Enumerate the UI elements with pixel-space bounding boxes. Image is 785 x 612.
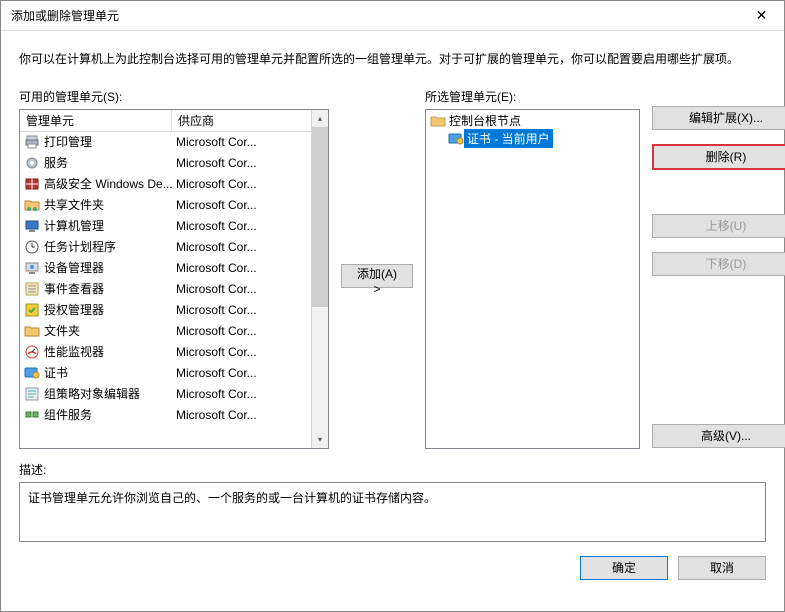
certificate-icon	[24, 365, 40, 381]
description-box: 证书管理单元允许你浏览自己的、一个服务的或一台计算机的证书存储内容。	[19, 482, 766, 542]
computer-mgmt-icon	[24, 218, 40, 234]
available-row[interactable]: 打印管理 Microsoft Cor...	[20, 132, 311, 153]
available-row-vendor: Microsoft Cor...	[172, 342, 311, 363]
gear-icon	[24, 155, 40, 171]
tree-child-node[interactable]: 证书 - 当前用户	[426, 130, 639, 148]
selected-tree[interactable]: 控制台根节点 证书 - 当前用户	[425, 109, 640, 449]
titlebar: 添加或删除管理单元 ✕	[1, 1, 784, 31]
available-row-name: 组策略对象编辑器	[44, 384, 140, 405]
shared-folder-icon	[24, 197, 40, 213]
available-header: 管理单元 供应商	[20, 110, 311, 132]
available-row[interactable]: 设备管理器 Microsoft Cor...	[20, 258, 311, 279]
available-row[interactable]: 共享文件夹 Microsoft Cor...	[20, 195, 311, 216]
available-row-name: 组件服务	[44, 405, 92, 426]
available-row[interactable]: 文件夹 Microsoft Cor...	[20, 321, 311, 342]
gpo-editor-icon	[24, 386, 40, 402]
window-title: 添加或删除管理单元	[11, 7, 739, 24]
available-row-name: 文件夹	[44, 321, 80, 342]
available-row-name: 证书	[44, 363, 68, 384]
available-row-vendor: Microsoft Cor...	[172, 300, 311, 321]
tree-root-label: 控制台根节点	[446, 111, 524, 130]
available-row[interactable]: 计算机管理 Microsoft Cor...	[20, 216, 311, 237]
scroll-up-button[interactable]: ▴	[312, 110, 328, 127]
available-row-vendor: Microsoft Cor...	[172, 216, 311, 237]
available-row-vendor: Microsoft Cor...	[172, 384, 311, 405]
perf-monitor-icon	[24, 344, 40, 360]
scroll-down-button[interactable]: ▾	[312, 431, 328, 448]
available-row[interactable]: 组件服务 Microsoft Cor...	[20, 405, 311, 426]
available-row-vendor: Microsoft Cor...	[172, 363, 311, 384]
available-row[interactable]: 证书 Microsoft Cor...	[20, 363, 311, 384]
ok-button[interactable]: 确定	[580, 556, 668, 580]
available-row[interactable]: 授权管理器 Microsoft Cor...	[20, 300, 311, 321]
edit-extensions-button[interactable]: 编辑扩展(X)...	[652, 106, 785, 130]
scheduler-icon	[24, 239, 40, 255]
delete-button[interactable]: 删除(R)	[652, 144, 785, 170]
available-row-vendor: Microsoft Cor...	[172, 405, 311, 426]
available-row[interactable]: 任务计划程序 Microsoft Cor...	[20, 237, 311, 258]
available-row-name: 计算机管理	[44, 216, 104, 237]
available-row-vendor: Microsoft Cor...	[172, 258, 311, 279]
available-row-name: 高级安全 Windows De...	[44, 174, 172, 195]
available-row[interactable]: 服务 Microsoft Cor...	[20, 153, 311, 174]
available-row-vendor: Microsoft Cor...	[172, 153, 311, 174]
available-scrollbar[interactable]: ▴ ▾	[311, 110, 328, 448]
printer-icon	[24, 134, 40, 150]
available-row-name: 服务	[44, 153, 68, 174]
move-down-button[interactable]: 下移(D)	[652, 252, 785, 276]
close-button[interactable]: ✕	[739, 1, 784, 31]
available-row-name: 共享文件夹	[44, 195, 104, 216]
tree-root-node[interactable]: 控制台根节点	[426, 112, 639, 130]
available-row-name: 性能监视器	[44, 342, 104, 363]
event-viewer-icon	[24, 281, 40, 297]
available-row-name: 授权管理器	[44, 300, 104, 321]
available-listbox[interactable]: 管理单元 供应商 打印管理 Microsoft Cor... 服务 Microsoft…	[19, 109, 329, 449]
column-header-vendor[interactable]: 供应商	[172, 110, 311, 131]
advanced-button[interactable]: 高级(V)...	[652, 424, 785, 448]
description-text: 证书管理单元允许你浏览自己的、一个服务的或一台计算机的证书存储内容。	[28, 491, 436, 505]
component-svc-icon	[24, 407, 40, 423]
intro-text: 你可以在计算机上为此控制台选择可用的管理单元并配置所选的一组管理单元。对于可扩展…	[19, 51, 766, 68]
folder-icon	[430, 113, 446, 129]
folder-icon	[24, 323, 40, 339]
tree-child-label: 证书 - 当前用户	[464, 129, 553, 148]
auth-mgr-icon	[24, 302, 40, 318]
available-row-vendor: Microsoft Cor...	[172, 174, 311, 195]
available-row-vendor: Microsoft Cor...	[172, 195, 311, 216]
firewall-icon	[24, 176, 40, 192]
cancel-button[interactable]: 取消	[678, 556, 766, 580]
scroll-thumb[interactable]	[312, 127, 328, 307]
column-header-name[interactable]: 管理单元	[20, 110, 172, 131]
available-row-vendor: Microsoft Cor...	[172, 279, 311, 300]
available-row[interactable]: 性能监视器 Microsoft Cor...	[20, 342, 311, 363]
description-label: 描述:	[19, 461, 766, 478]
device-mgr-icon	[24, 260, 40, 276]
available-row-name: 打印管理	[44, 132, 92, 153]
available-label: 可用的管理单元(S):	[19, 88, 329, 105]
available-row-vendor: Microsoft Cor...	[172, 237, 311, 258]
available-row-vendor: Microsoft Cor...	[172, 132, 311, 153]
add-button[interactable]: 添加(A) >	[341, 264, 413, 288]
selected-label: 所选管理单元(E):	[425, 88, 640, 105]
available-row[interactable]: 事件查看器 Microsoft Cor...	[20, 279, 311, 300]
certificate-blue-icon	[448, 131, 464, 147]
move-up-button[interactable]: 上移(U)	[652, 214, 785, 238]
available-row-name: 任务计划程序	[44, 237, 116, 258]
available-row-vendor: Microsoft Cor...	[172, 321, 311, 342]
available-row[interactable]: 组策略对象编辑器 Microsoft Cor...	[20, 384, 311, 405]
available-row[interactable]: 高级安全 Windows De...Microsoft Cor...	[20, 174, 311, 195]
available-row-name: 事件查看器	[44, 279, 104, 300]
available-row-name: 设备管理器	[44, 258, 104, 279]
